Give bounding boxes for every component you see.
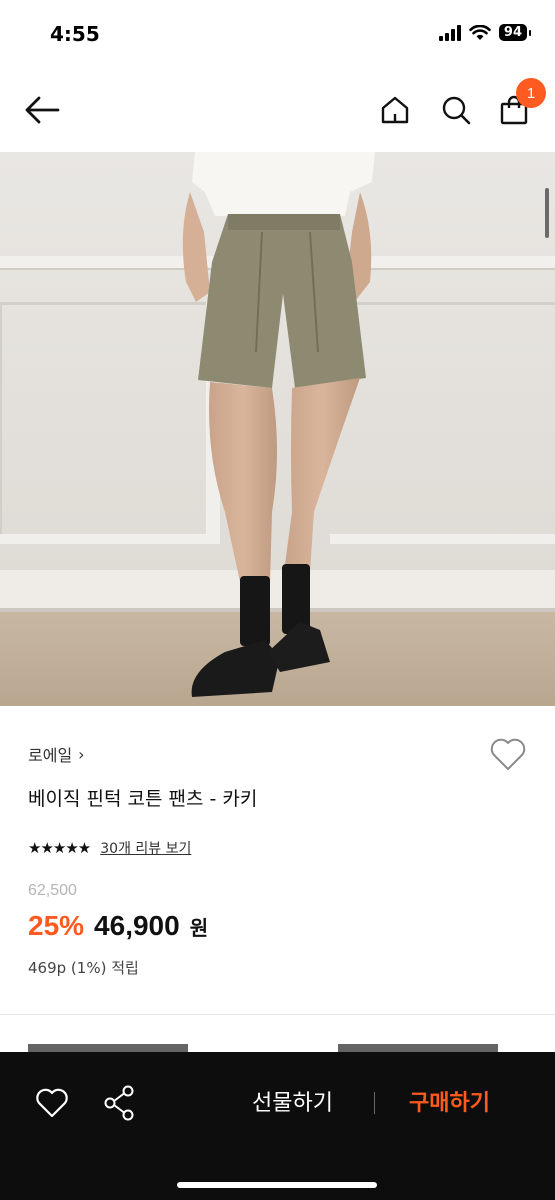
- heart-icon: [490, 738, 526, 770]
- signal-icon: [438, 24, 461, 41]
- bottom-wishlist-button[interactable]: [34, 1086, 70, 1122]
- search-button[interactable]: [434, 88, 478, 132]
- home-button[interactable]: [373, 88, 417, 132]
- back-arrow-icon: [25, 96, 60, 124]
- image-scroll-indicator: [545, 188, 549, 238]
- status-bar: 4:55 94: [0, 0, 555, 70]
- rating-stars: ★★★★★: [28, 839, 91, 857]
- wishlist-button[interactable]: [488, 736, 528, 772]
- wifi-icon: [469, 24, 491, 40]
- cart-count-badge: 1: [516, 78, 546, 108]
- cart-button[interactable]: 1: [492, 78, 546, 132]
- back-button[interactable]: [20, 88, 64, 132]
- review-link[interactable]: 30개 리뷰 보기: [100, 838, 191, 858]
- battery-indicator: 94: [498, 24, 532, 41]
- currency-label: 원: [189, 916, 209, 940]
- brand-name: 로에일: [28, 746, 73, 765]
- status-time: 4:55: [50, 22, 100, 46]
- sale-price: 46,900: [94, 910, 180, 941]
- share-icon: [104, 1085, 134, 1121]
- gift-button[interactable]: 선물하기: [252, 1085, 333, 1117]
- brand-link[interactable]: 로에일 ›: [28, 742, 85, 766]
- home-icon: [381, 96, 409, 124]
- rating-row: ★★★★★ 30개 리뷰 보기: [28, 838, 191, 858]
- original-price: 62,500: [28, 882, 77, 899]
- section-divider: [0, 1014, 555, 1015]
- product-photo-illustration: [0, 152, 555, 706]
- reward-points: 469p (1%) 적립: [28, 959, 139, 977]
- buy-button[interactable]: 구매하기: [409, 1085, 490, 1117]
- price-row: 25% 46,900 원: [28, 910, 208, 942]
- product-title: 베이직 핀턱 코튼 팬츠 - 카키: [28, 788, 258, 810]
- chevron-right-icon: ›: [78, 744, 85, 764]
- discount-rate: 25%: [28, 910, 85, 941]
- product-image[interactable]: [0, 152, 555, 706]
- heart-icon: [36, 1088, 68, 1118]
- share-button[interactable]: [102, 1084, 138, 1122]
- bottom-action-bar: 선물하기 구매하기: [0, 1052, 555, 1200]
- top-nav: 1: [0, 70, 555, 150]
- search-icon: [442, 96, 471, 125]
- home-indicator: [177, 1182, 377, 1188]
- status-icons: 94: [438, 24, 532, 41]
- button-divider: [374, 1092, 375, 1114]
